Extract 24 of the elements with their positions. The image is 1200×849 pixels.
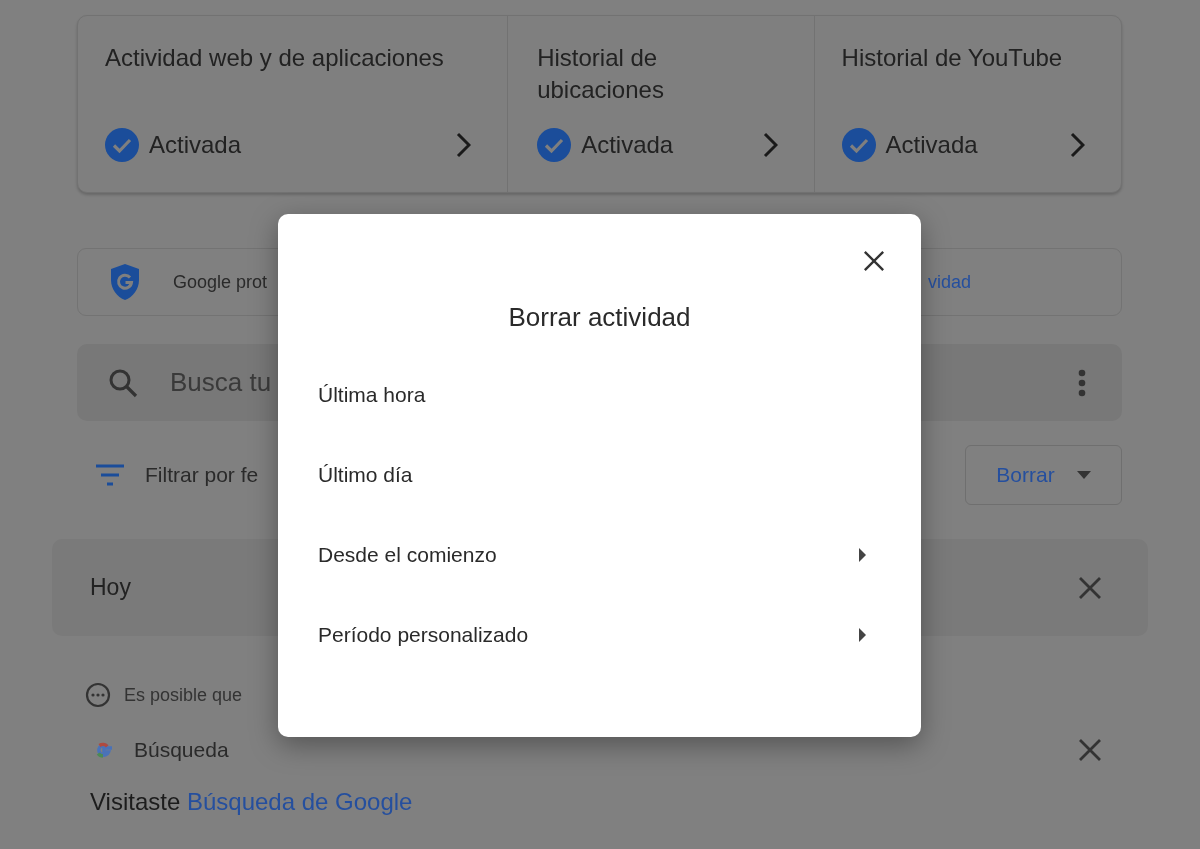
notice-text: Es posible que [124, 684, 243, 706]
banner-text: Google prot [173, 271, 269, 293]
product-label: Búsqueda [134, 738, 230, 762]
shield-icon [110, 263, 140, 301]
activity-control[interactable]: Actividad web y de aplicaciones Activada [78, 16, 509, 192]
visit-text: Visitaste Búsqueda de Google [90, 788, 414, 816]
activity-control[interactable]: Historial de ubicaciones Activada [508, 16, 815, 192]
chevron-right-icon [455, 132, 472, 158]
dialog-option[interactable]: Desde el comienzo [278, 515, 921, 595]
dialog-option[interactable]: Última hora [278, 355, 921, 435]
dialog-option[interactable]: Último día [278, 435, 921, 515]
activity-control[interactable]: Historial de YouTube Activada [814, 16, 1121, 192]
dialog-option[interactable]: Período personalizado [278, 595, 921, 675]
more-circle-icon [85, 682, 111, 708]
more-icon[interactable] [1078, 368, 1086, 397]
filter-icon[interactable] [95, 464, 125, 486]
day-label: Hoy [90, 574, 132, 601]
chevron-right-icon [761, 132, 778, 158]
caret-icon [1076, 471, 1091, 479]
dialog-title: Borrar actividad [507, 302, 692, 333]
chevron-right-icon [1069, 132, 1085, 158]
close-icon[interactable] [863, 250, 885, 272]
search-icon [108, 367, 138, 398]
banner-link[interactable]: vidad [927, 271, 971, 293]
